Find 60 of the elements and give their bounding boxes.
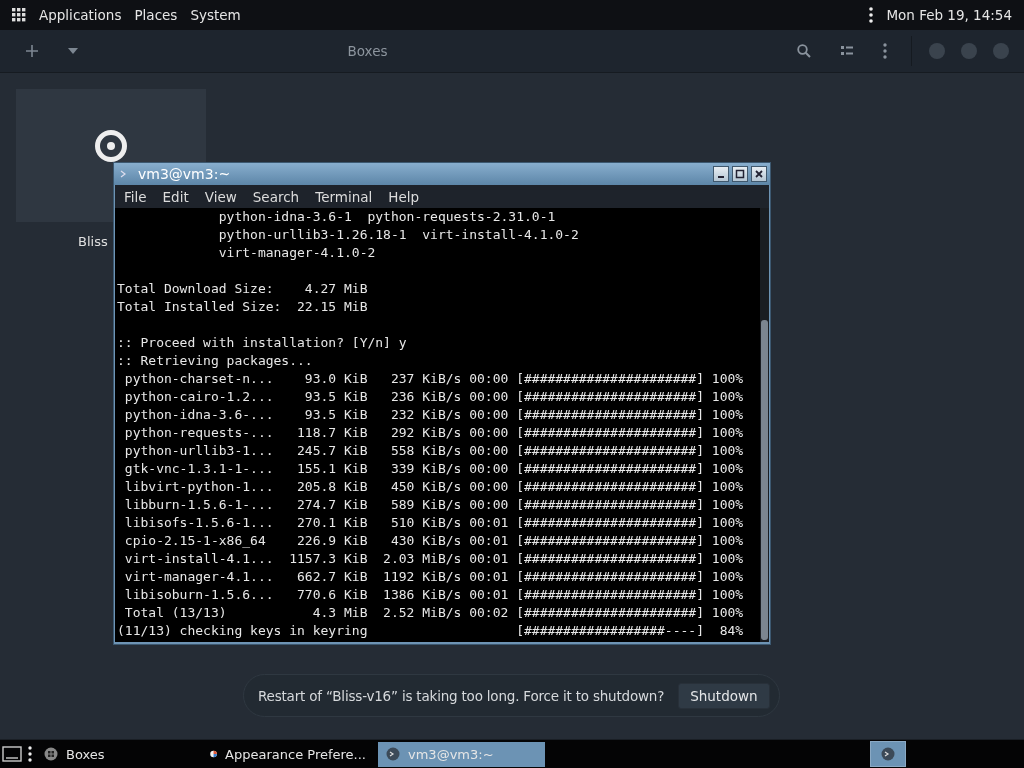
menu-item[interactable]: Edit (162, 188, 189, 205)
kebab-menu-icon[interactable] (869, 7, 874, 23)
app-grid-icon[interactable] (12, 8, 26, 22)
show-desktop-icon[interactable] (2, 746, 22, 762)
terminal-line: Total (13/13) 4.3 MiB 2.52 MiB/s 00:02 [######################] 100% (123, 604, 745, 622)
window-title: Boxes (346, 43, 389, 59)
panel-menu[interactable]: Places (134, 7, 178, 23)
terminal-line: :: Retrieving packages... (117, 352, 314, 370)
clock: Mon Feb 19, 14:54 (886, 7, 1012, 23)
terminal-line: libburn-1.5.6-1-... 274.7 KiB 589 KiB/s 00:00 [######################] 100% (123, 496, 745, 514)
workspace-thumbnail[interactable] (870, 741, 906, 767)
scrollbar[interactable] (760, 208, 769, 642)
terminal-line: virt-manager-4.1... 662.7 KiB 1192 KiB/s 00:01 [######################] 100% (123, 568, 745, 586)
terminal-line: cpio-2.15-1-x86_64 226.9 KiB 430 KiB/s 00:01 [######################] 100% (123, 532, 745, 550)
close-button[interactable] (751, 166, 767, 182)
terminal-line: virt-manager-4.1.0-2 (217, 244, 377, 262)
panel-menu[interactable]: System (190, 7, 241, 23)
taskbar-item[interactable]: Boxes (38, 741, 198, 767)
add-icon[interactable] (26, 45, 38, 57)
menu-item[interactable]: Help (388, 188, 420, 205)
maximize-button[interactable] (732, 166, 748, 182)
terminal-icon (386, 747, 400, 761)
list-view-icon[interactable] (841, 46, 853, 56)
boxes-app-icon (44, 747, 58, 761)
terminal-line: libvirt-python-1... 205.8 KiB 450 KiB/s 00:00 [######################] 100% (123, 478, 745, 496)
terminal-line: (11/13) checking keys in keyring [##################----] 84% (117, 622, 745, 640)
search-icon[interactable] (797, 44, 811, 58)
menu-item[interactable]: Search (252, 188, 300, 205)
terminal-line: python-urllib3-1... 245.7 KiB 558 KiB/s 00:00 [######################] 100% (123, 442, 745, 460)
terminal-line: python-idna-3.6-1 python-requests-2.31.0-1 (217, 208, 557, 226)
terminal-line: virt-install-4.1... 1157.3 KiB 2.03 MiB/s 00:01 [######################] 100% (123, 550, 745, 568)
minimize-button[interactable] (713, 166, 729, 182)
menu-item[interactable]: View (204, 188, 237, 205)
terminal-line: :: Proceed with installation? [Y/n] y (117, 334, 408, 352)
terminal-line: python-idna-3.6-... 93.5 KiB 232 KiB/s 00:00 [######################] 100% (123, 406, 745, 424)
taskbar-item[interactable]: Appearance Prefere... (204, 741, 372, 767)
disc-icon (94, 128, 128, 163)
terminal-line: gtk-vnc-1.3.1-1-... 155.1 KiB 339 KiB/s 00:00 [######################] 100% (123, 460, 745, 478)
terminal-line: libisoburn-1.5.6... 770.6 KiB 1386 KiB/s 00:01 [######################] 100% (123, 586, 745, 604)
dropdown-caret-icon[interactable] (68, 48, 78, 54)
menu-item[interactable]: File (124, 188, 147, 205)
maximize-icon (735, 169, 745, 179)
terminal-line: python-charset-n... 93.0 KiB 237 KiB/s 00:00 [######################] 100% (123, 370, 745, 388)
window-title: vm3@vm3:~ (138, 166, 231, 182)
more-options-icon[interactable] (883, 43, 887, 59)
kebab-menu-icon[interactable] (28, 746, 32, 762)
terminal-line: python-cairo-1.2... 93.5 KiB 236 KiB/s 00:00 [######################] 100% (123, 388, 745, 406)
terminal-line: Total Installed Size: 22.15 MiB (117, 298, 369, 316)
terminal-line: Total Download Size: 4.27 MiB (117, 280, 369, 298)
terminal-line: libisofs-1.5.6-1... 270.1 KiB 510 KiB/s 00:01 [######################] 100% (123, 514, 745, 532)
machine-name: Bliss (78, 234, 108, 249)
panel-menu[interactable]: Applications (39, 7, 122, 23)
close-icon (754, 169, 764, 179)
menu-item[interactable]: Terminal (315, 188, 373, 205)
scrollbar-thumb[interactable] (761, 320, 768, 640)
minimize-icon (718, 176, 724, 178)
terminal-line: python-requests-... 118.7 KiB 292 KiB/s 00:00 [######################] 100% (123, 424, 745, 442)
notification-message: Restart of “Bliss-v16” is taking too long. Force it to shutdown? (258, 687, 665, 704)
terminal-line: python-urllib3-1.26.18-1 virt-install-4.1.0-2 (217, 226, 580, 244)
shutdown-button[interactable]: Shutdown (678, 682, 770, 709)
